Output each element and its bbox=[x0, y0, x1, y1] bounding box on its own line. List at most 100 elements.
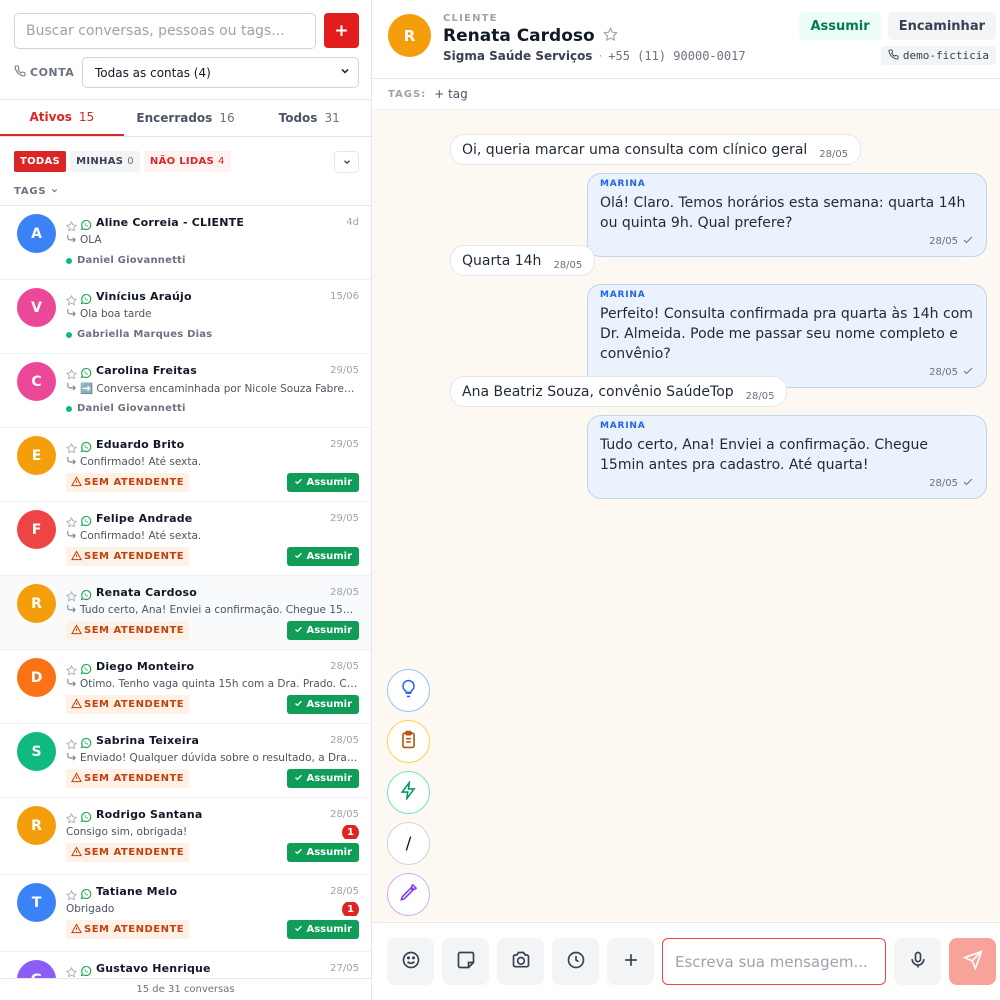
contact-name: Felipe Andrade bbox=[96, 511, 193, 525]
warning-icon bbox=[71, 623, 82, 638]
expand-filters-button[interactable] bbox=[334, 150, 359, 173]
tab-ativos[interactable]: Ativos 15 bbox=[0, 100, 124, 136]
assumir-label: Assumir bbox=[306, 625, 352, 636]
tab-encerrados[interactable]: Encerrados 16 bbox=[124, 100, 248, 136]
assumir-conversation-button[interactable]: Assumir bbox=[287, 695, 359, 714]
suggestion-button[interactable] bbox=[387, 669, 430, 712]
assumir-button[interactable]: Assumir bbox=[799, 12, 881, 40]
tab-count: 31 bbox=[324, 111, 340, 125]
camera-button[interactable] bbox=[497, 938, 544, 985]
add-tag-button[interactable]: + tag bbox=[434, 87, 468, 101]
send-button[interactable] bbox=[949, 938, 996, 985]
warning-icon bbox=[71, 697, 82, 712]
conversation-item[interactable]: F Felipe Andrade 29/05 Confirmado! Até sext… bbox=[0, 502, 371, 576]
unassigned-badge: SEM ATENDENTE bbox=[66, 843, 190, 862]
whatsapp-icon bbox=[80, 512, 92, 527]
conversation-item[interactable]: G Gustavo Henrique 27/05 bbox=[0, 952, 371, 978]
clipboard-icon bbox=[399, 730, 418, 753]
assigned-agent: Gabriella Marques Dias bbox=[66, 329, 212, 340]
last-message: Enviado! Qualquer dúvida sobre o resulta… bbox=[66, 751, 359, 765]
assumir-conversation-button[interactable]: Assumir bbox=[287, 920, 359, 939]
conversation-item[interactable]: C Carolina Freitas 29/05 ➡️ Conversa encami… bbox=[0, 354, 371, 428]
reply-arrow-icon bbox=[66, 381, 77, 395]
sticker-button[interactable] bbox=[442, 938, 489, 985]
voice-button[interactable] bbox=[894, 938, 941, 985]
last-message-text: Consigo sim, obrigada! bbox=[66, 826, 188, 838]
emoji-button[interactable] bbox=[387, 938, 434, 985]
conversation-item[interactable]: T Tatiane Melo 28/05 Obrigado 1 SEM ATENDENTE… bbox=[0, 875, 371, 952]
unassigned-badge: SEM ATENDENTE bbox=[66, 695, 190, 714]
unassigned-badge: SEM ATENDENTE bbox=[66, 769, 190, 788]
star-icon[interactable] bbox=[66, 217, 77, 231]
header-actions: Assumir Encaminhar bbox=[799, 12, 996, 40]
last-message-text: Tudo certo, Ana! Enviei a confirmação. C… bbox=[80, 604, 359, 616]
star-icon[interactable] bbox=[66, 439, 77, 453]
warning-icon bbox=[71, 549, 82, 564]
encaminhar-button[interactable]: Encaminhar bbox=[887, 12, 996, 40]
tab-todos[interactable]: Todos 31 bbox=[247, 100, 371, 136]
check-icon bbox=[294, 924, 303, 936]
summary-button[interactable] bbox=[387, 720, 430, 763]
account-select[interactable]: Todas as contas (4) bbox=[82, 57, 359, 88]
star-icon[interactable] bbox=[602, 26, 618, 46]
conversation-header: Gustavo Henrique 27/05 bbox=[66, 960, 359, 977]
chat-panel: R CLIENTE Renata Cardoso Sigma Saúde Ser… bbox=[372, 0, 1000, 1000]
message-area: / Oi, queria marcar uma consulta com clí… bbox=[372, 110, 1000, 922]
reply-arrow-icon bbox=[66, 307, 77, 321]
note-button[interactable] bbox=[387, 873, 430, 916]
assumir-conversation-button[interactable]: Assumir bbox=[287, 473, 359, 492]
star-icon[interactable] bbox=[66, 809, 77, 823]
tags-filter-toggle[interactable]: TAGS bbox=[0, 178, 371, 206]
avatar: F bbox=[17, 510, 56, 549]
conversation-item[interactable]: A Aline Correia - CLIENTE 4d OLA Daniel Giov… bbox=[0, 206, 371, 280]
conversation-item[interactable]: S Sabrina Teixeira 28/05 Enviado! Qualquer … bbox=[0, 724, 371, 798]
filter-minhas[interactable]: MINHAS 0 bbox=[70, 151, 140, 172]
conversation-date: 28/05 bbox=[330, 734, 359, 746]
star-icon[interactable] bbox=[66, 661, 77, 675]
conversation-body: Gustavo Henrique 27/05 bbox=[66, 960, 359, 978]
agent-name: Daniel Giovannetti bbox=[77, 403, 186, 414]
filter-label: TODAS bbox=[20, 156, 61, 167]
last-message-text: Confirmado! Até sexta. bbox=[80, 456, 202, 468]
assumir-label: Assumir bbox=[306, 847, 352, 858]
filter-label: NÃO LIDAS bbox=[149, 156, 215, 167]
assumir-conversation-button[interactable]: Assumir bbox=[287, 843, 359, 862]
message-text: Ana Beatriz Souza, convênio SaúdeTop bbox=[462, 384, 734, 400]
unassigned-label: SEM ATENDENTE bbox=[84, 551, 185, 562]
message-time: 28/05 bbox=[745, 391, 775, 402]
online-dot bbox=[66, 405, 72, 412]
assumir-conversation-button[interactable]: Assumir bbox=[287, 621, 359, 640]
conversation-item[interactable]: E Eduardo Brito 29/05 Confirmado! Até sexta… bbox=[0, 428, 371, 502]
star-icon[interactable] bbox=[66, 886, 77, 900]
assumir-conversation-button[interactable]: Assumir bbox=[287, 769, 359, 788]
whatsapp-icon bbox=[80, 438, 92, 453]
conversation-item[interactable]: D Diego Monteiro 28/05 Ótimo. Tenho vaga qu… bbox=[0, 650, 371, 724]
star-icon[interactable] bbox=[66, 587, 77, 601]
attach-button[interactable] bbox=[607, 938, 654, 985]
star-icon[interactable] bbox=[66, 735, 77, 749]
filter-nao-lidas[interactable]: NÃO LIDAS 4 bbox=[143, 151, 231, 172]
assumir-conversation-button[interactable]: Assumir bbox=[287, 547, 359, 566]
schedule-button[interactable] bbox=[552, 938, 599, 985]
conversation-footer: SEM ATENDENTE Assumir bbox=[66, 920, 359, 939]
check-icon bbox=[962, 476, 974, 492]
quick-reply-button[interactable] bbox=[387, 771, 430, 814]
message-time: 28/05 bbox=[553, 260, 583, 271]
conversation-item[interactable]: R Renata Cardoso 28/05 Tudo certo, Ana! Env… bbox=[0, 576, 371, 650]
whatsapp-icon bbox=[80, 216, 92, 231]
slash-command-button[interactable]: / bbox=[387, 822, 430, 865]
filter-todas[interactable]: TODAS bbox=[14, 151, 67, 172]
new-conversation-button[interactable]: + bbox=[324, 13, 359, 48]
star-icon[interactable] bbox=[66, 291, 77, 305]
search-input[interactable] bbox=[14, 13, 316, 49]
filter-count: 4 bbox=[218, 156, 225, 167]
star-icon[interactable] bbox=[66, 365, 77, 379]
check-icon bbox=[294, 699, 303, 711]
conversation-item[interactable]: R Rodrigo Santana 28/05 Consigo sim, obriga… bbox=[0, 798, 371, 875]
contact-company: Sigma Saúde Serviços bbox=[443, 49, 593, 63]
star-icon[interactable] bbox=[66, 513, 77, 527]
conversation-item[interactable]: V Vinícius Araújo 15/06 Ola boa tarde Gabrie… bbox=[0, 280, 371, 354]
message-input[interactable] bbox=[662, 938, 886, 985]
star-icon[interactable] bbox=[66, 963, 77, 977]
conversation-body: Eduardo Brito 29/05 Confirmado! Até sexta.… bbox=[66, 436, 359, 501]
